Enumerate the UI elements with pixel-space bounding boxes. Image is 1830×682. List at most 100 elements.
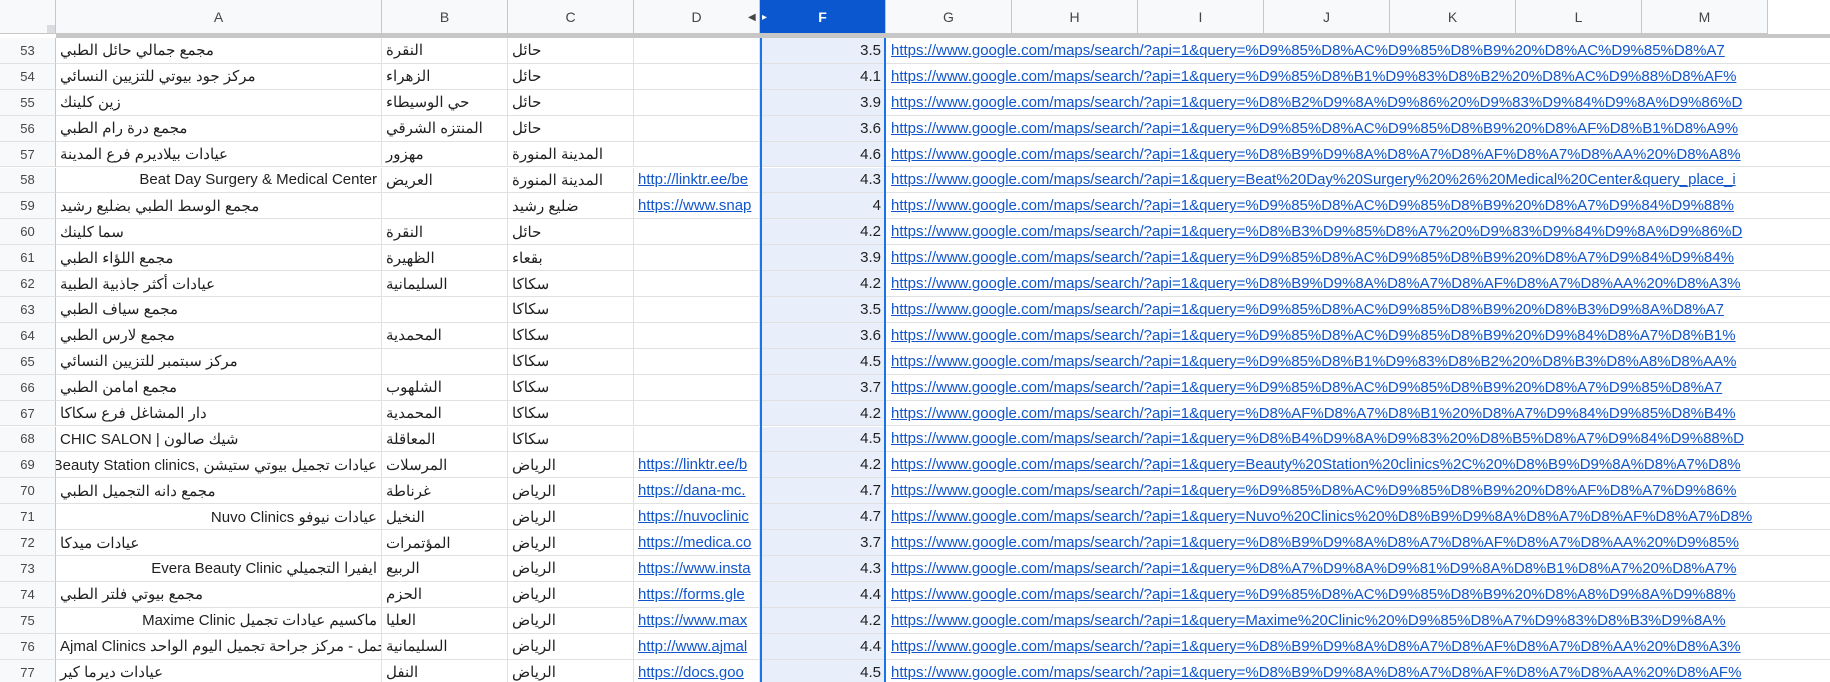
cell-maps-link[interactable]: https://www.google.com/maps/search/?api=… <box>886 90 1830 116</box>
cell-website-link[interactable] <box>634 322 760 349</box>
cell-clinic-name[interactable]: Nuvo Clinics عيادات نيوفو <box>56 504 382 531</box>
cell-district[interactable] <box>382 297 508 323</box>
cell-city[interactable]: الرياض <box>508 659 634 682</box>
cell-maps-link[interactable]: https://www.google.com/maps/search/?api=… <box>886 504 1830 531</box>
cell-website-link[interactable] <box>634 245 760 272</box>
cell-clinic-name[interactable]: مجمع اللؤاء الطبي <box>56 245 382 272</box>
cell-website-link[interactable]: https://nuvoclinic <box>634 504 760 531</box>
column-header-a[interactable]: A <box>56 0 382 34</box>
cell-city[interactable]: الرياض <box>508 452 634 479</box>
cell-rating[interactable]: 4.2 <box>760 219 886 246</box>
cell-district[interactable]: السليمانية <box>382 633 508 660</box>
cell-district[interactable]: مهزور <box>382 141 508 168</box>
cell-maps-link[interactable]: https://www.google.com/maps/search/?api=… <box>886 556 1830 582</box>
cell-city[interactable]: حائل <box>508 89 634 116</box>
row-header[interactable]: 75 <box>0 607 56 634</box>
cell-district[interactable]: الزهراء <box>382 63 508 90</box>
row-header[interactable]: 64 <box>0 322 56 349</box>
cell-maps-link[interactable]: https://www.google.com/maps/search/?api=… <box>886 297 1830 323</box>
column-header-g[interactable]: G <box>886 0 1012 34</box>
cell-clinic-name[interactable]: عيادات بيلاديرم فرع المدينة <box>56 141 382 168</box>
select-all-corner[interactable] <box>0 0 56 34</box>
cell-clinic-name[interactable]: شيك صالون | CHIC SALON <box>56 426 382 453</box>
cell-rating[interactable]: 3.6 <box>760 115 886 142</box>
column-header-j[interactable]: J <box>1264 0 1390 34</box>
cell-clinic-name[interactable]: زين كلينك <box>56 89 382 116</box>
cell-rating[interactable]: 4.1 <box>760 63 886 90</box>
cell-rating[interactable]: 4.3 <box>760 167 886 194</box>
cell-website-link[interactable]: https://medica.co <box>634 530 760 556</box>
row-header[interactable]: 63 <box>0 297 56 323</box>
cell-rating[interactable]: 4.3 <box>760 556 886 582</box>
cell-district[interactable] <box>382 193 508 220</box>
row-header[interactable]: 55 <box>0 89 56 116</box>
cell-clinic-name[interactable]: مركز سبتمبر للتزيين النسائي <box>56 348 382 375</box>
column-header-l[interactable]: L <box>1516 0 1642 34</box>
cell-rating[interactable]: 4 <box>760 193 886 220</box>
cell-city[interactable]: سكاكا <box>508 322 634 349</box>
column-header-d[interactable]: D <box>634 0 760 34</box>
row-header[interactable]: 66 <box>0 374 56 401</box>
cell-clinic-name[interactable]: Evera Beauty Clinic ايفيرا التجميلي <box>56 556 382 582</box>
cell-district[interactable]: حي الوسيطاء <box>382 89 508 116</box>
cell-clinic-name[interactable]: مجمع سياف الطبي <box>56 297 382 323</box>
cell-maps-link[interactable]: https://www.google.com/maps/search/?api=… <box>886 38 1830 64</box>
row-header[interactable]: 77 <box>0 659 56 682</box>
cell-city[interactable]: بقعاء <box>508 245 634 272</box>
cell-rating[interactable]: 4.2 <box>760 400 886 427</box>
column-header-h[interactable]: H <box>1012 0 1138 34</box>
column-header-f[interactable]: F <box>760 0 886 34</box>
row-header[interactable]: 57 <box>0 141 56 168</box>
cell-maps-link[interactable]: https://www.google.com/maps/search/?api=… <box>886 530 1830 556</box>
cell-district[interactable]: المعاقلة <box>382 426 508 453</box>
column-header-k[interactable]: K <box>1390 0 1516 34</box>
cell-clinic-name[interactable]: دار المشاغل فرع سكاكا <box>56 400 382 427</box>
cell-clinic-name[interactable]: مجمع بيوتي فلتر الطبي <box>56 581 382 608</box>
cell-rating[interactable]: 4.7 <box>760 478 886 505</box>
cell-district[interactable]: المحمدية <box>382 322 508 349</box>
cell-city[interactable]: الرياض <box>508 530 634 556</box>
cell-maps-link[interactable]: https://www.google.com/maps/search/?api=… <box>886 660 1830 682</box>
row-header[interactable]: 65 <box>0 348 56 375</box>
column-header-m[interactable]: M <box>1642 0 1768 34</box>
row-header[interactable]: 70 <box>0 478 56 505</box>
cell-maps-link[interactable]: https://www.google.com/maps/search/?api=… <box>886 142 1830 168</box>
cell-rating[interactable]: 3.9 <box>760 89 886 116</box>
cell-district[interactable]: الحزم <box>382 581 508 608</box>
cell-clinic-name[interactable]: مجمع الوسط الطبي بضليع رشيد <box>56 193 382 220</box>
row-header[interactable]: 71 <box>0 504 56 531</box>
cell-district[interactable]: الربيع <box>382 556 508 582</box>
cell-clinic-name[interactable]: عيادات ميدكا <box>56 530 382 556</box>
cell-district[interactable]: المحمدية <box>382 400 508 427</box>
cell-city[interactable]: الرياض <box>508 478 634 505</box>
cell-rating[interactable]: 3.7 <box>760 530 886 556</box>
cell-maps-link[interactable]: https://www.google.com/maps/search/?api=… <box>886 193 1830 220</box>
cell-city[interactable]: سكاكا <box>508 374 634 401</box>
cell-website-link[interactable] <box>634 219 760 246</box>
cell-city[interactable]: حائل <box>508 63 634 90</box>
row-header[interactable]: 54 <box>0 63 56 90</box>
cell-website-link[interactable]: https://docs.goo <box>634 659 760 682</box>
cell-website-link[interactable] <box>634 141 760 168</box>
cell-city[interactable]: المدينة المنورة <box>508 141 634 168</box>
row-header[interactable]: 62 <box>0 271 56 297</box>
cell-rating[interactable]: 3.9 <box>760 245 886 272</box>
cell-maps-link[interactable]: https://www.google.com/maps/search/?api=… <box>886 349 1830 375</box>
cell-city[interactable]: حائل <box>508 38 634 64</box>
cell-rating[interactable]: 4.2 <box>760 452 886 479</box>
column-header-c[interactable]: C <box>508 0 634 34</box>
cell-district[interactable]: العريض <box>382 167 508 194</box>
cell-clinic-name[interactable]: Maxime Clinic ماكسيم عيادات تجميل <box>56 607 382 634</box>
cell-website-link[interactable]: https://dana-mc. <box>634 478 760 505</box>
cell-maps-link[interactable]: https://www.google.com/maps/search/?api=… <box>886 64 1830 90</box>
cell-website-link[interactable] <box>634 271 760 297</box>
cell-district[interactable]: النخيل <box>382 504 508 531</box>
cell-clinic-name[interactable]: مجمع لارس الطبي <box>56 322 382 349</box>
cell-district[interactable]: المؤتمرات <box>382 530 508 556</box>
cell-maps-link[interactable]: https://www.google.com/maps/search/?api=… <box>886 401 1830 427</box>
cell-rating[interactable]: 4.5 <box>760 348 886 375</box>
cell-website-link[interactable] <box>634 89 760 116</box>
cell-city[interactable]: الرياض <box>508 607 634 634</box>
row-header[interactable]: 58 <box>0 167 56 194</box>
cell-maps-link[interactable]: https://www.google.com/maps/search/?api=… <box>886 452 1830 479</box>
